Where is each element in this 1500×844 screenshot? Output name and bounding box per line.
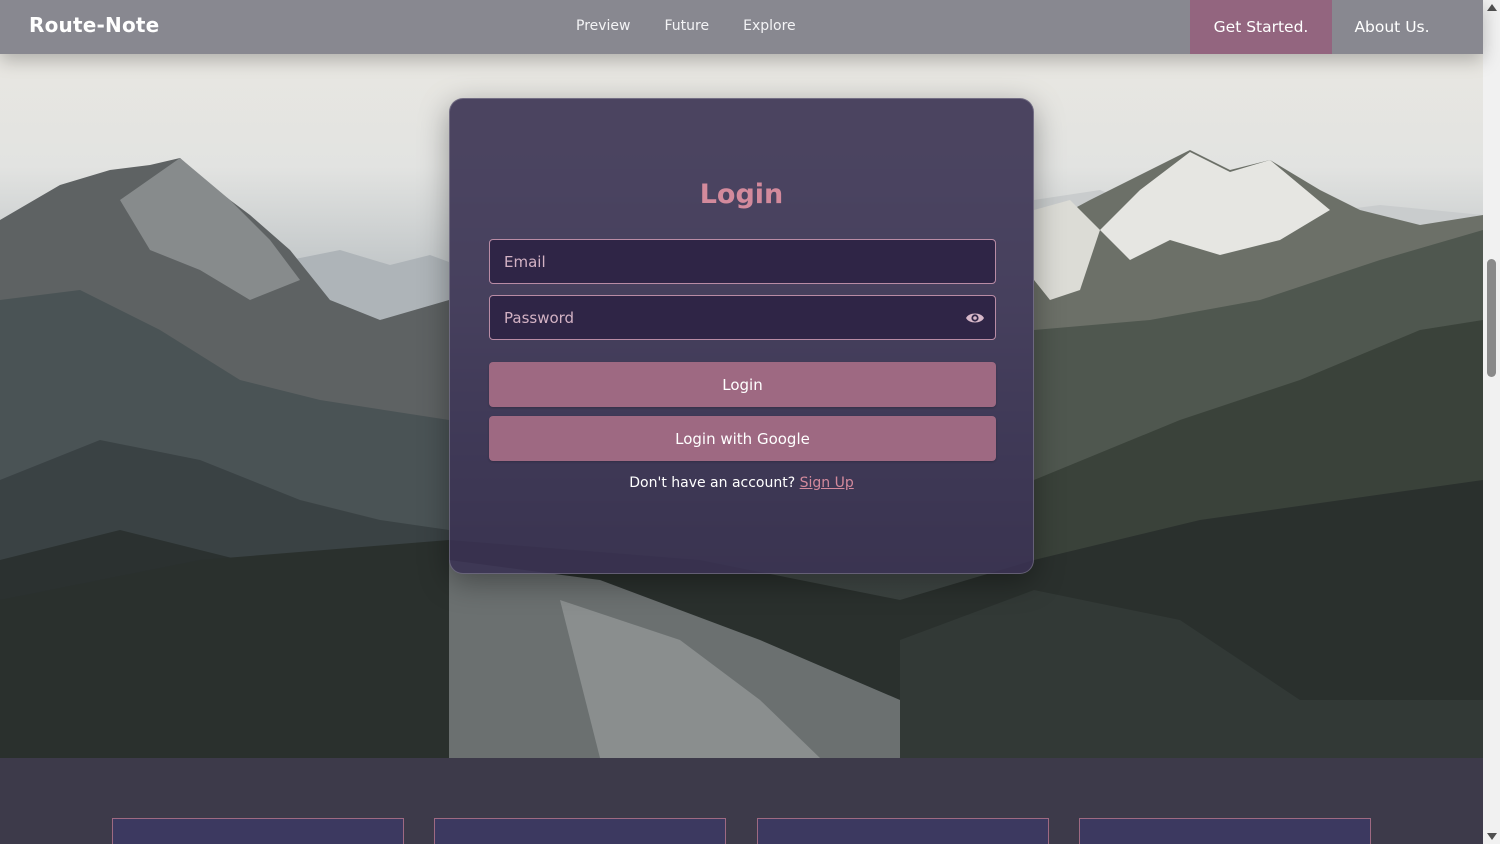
page-scrollbar[interactable] [1483, 0, 1500, 844]
get-started-button[interactable]: Get Started. [1190, 0, 1332, 54]
login-card: Login Login Login with Google Don't have… [449, 98, 1034, 574]
feature-card [434, 818, 726, 844]
password-field-wrapper [489, 295, 996, 340]
feature-card [112, 818, 404, 844]
nav-link-preview[interactable]: Preview [576, 18, 631, 34]
eye-icon[interactable] [965, 309, 985, 327]
feature-card [757, 818, 1049, 844]
lower-section [0, 758, 1483, 844]
scroll-thumb[interactable] [1487, 259, 1496, 377]
top-navbar: Route-Note Preview Future Explore Get St… [0, 0, 1483, 54]
signup-prompt-line: Don't have an account? Sign Up [450, 475, 1033, 491]
email-field-wrapper [489, 239, 996, 284]
signup-prompt-text: Don't have an account? [629, 475, 796, 491]
login-title: Login [699, 179, 784, 210]
nav-links: Preview Future Explore [576, 18, 796, 34]
brand-logo[interactable]: Route-Note [29, 13, 159, 37]
login-with-google-button[interactable]: Login with Google [489, 416, 996, 461]
password-input[interactable] [490, 296, 995, 339]
email-input[interactable] [490, 240, 995, 283]
nav-link-explore[interactable]: Explore [743, 18, 796, 34]
scroll-up-arrow-icon[interactable] [1487, 4, 1497, 11]
about-us-button[interactable]: About Us. [1332, 0, 1452, 54]
scroll-down-arrow-icon[interactable] [1487, 833, 1497, 840]
nav-link-future[interactable]: Future [665, 18, 710, 34]
sign-up-link[interactable]: Sign Up [800, 475, 854, 491]
login-button[interactable]: Login [489, 362, 996, 407]
feature-card [1079, 818, 1371, 844]
